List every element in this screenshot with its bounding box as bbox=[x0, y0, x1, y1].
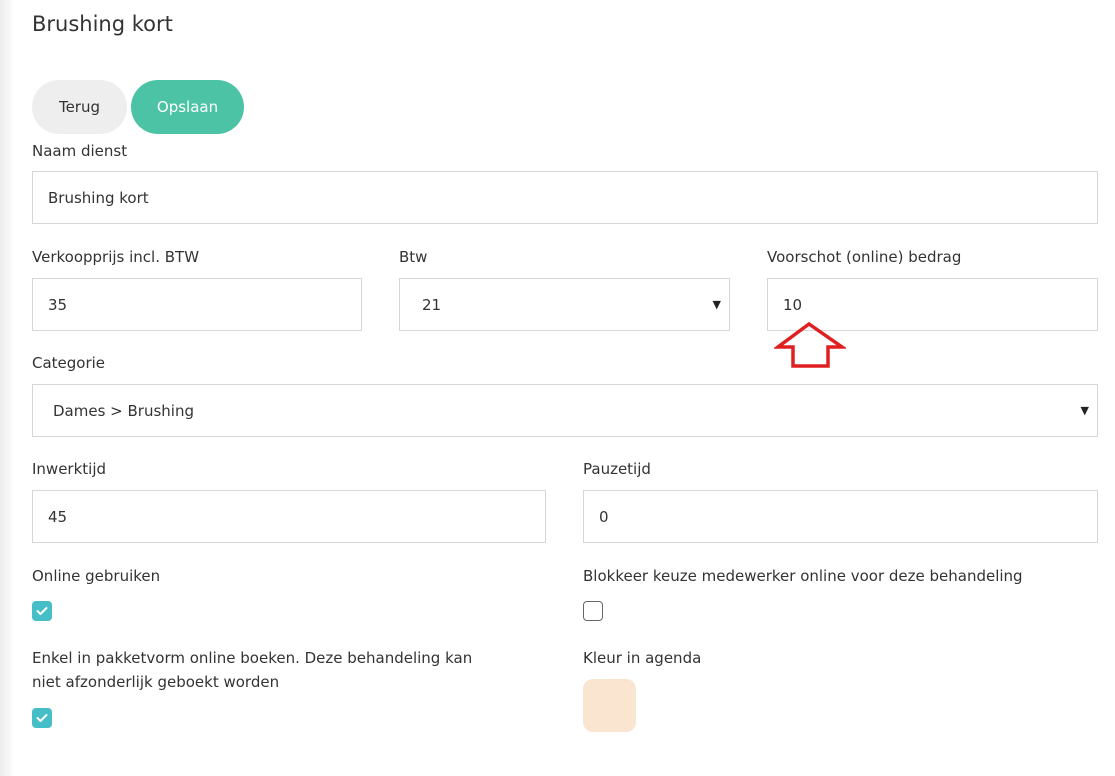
pauzetijd-label: Pauzetijd bbox=[583, 460, 651, 478]
kleur-agenda-label: Kleur in agenda bbox=[583, 649, 702, 667]
agenda-color-swatch[interactable] bbox=[583, 679, 636, 732]
left-edge-shadow bbox=[0, 0, 14, 776]
inwerktijd-input[interactable]: 45 bbox=[32, 490, 546, 543]
naam-dienst-value: Brushing kort bbox=[48, 188, 149, 207]
voorschot-value: 10 bbox=[783, 295, 803, 314]
naam-dienst-input[interactable]: Brushing kort bbox=[32, 171, 1098, 224]
checkmark-icon bbox=[36, 607, 48, 615]
caret-down-icon: ▼ bbox=[712, 298, 721, 311]
page-title: Brushing kort bbox=[32, 12, 173, 36]
categorie-label: Categorie bbox=[32, 354, 106, 372]
checkmark-icon bbox=[36, 714, 48, 722]
pauzetijd-input[interactable]: 0 bbox=[583, 490, 1098, 543]
caret-down-icon: ▼ bbox=[1080, 404, 1089, 417]
btw-value: 21 bbox=[422, 295, 442, 314]
up-arrow-outline-icon bbox=[774, 321, 846, 368]
inwerktijd-value: 45 bbox=[48, 507, 68, 526]
enkel-pakketvorm-checkbox[interactable] bbox=[32, 708, 52, 728]
inwerktijd-label: Inwerktijd bbox=[32, 460, 107, 478]
back-button[interactable]: Terug bbox=[32, 80, 127, 134]
btw-select[interactable]: 21 ▼ bbox=[399, 278, 730, 331]
save-button[interactable]: Opslaan bbox=[131, 80, 244, 134]
voorschot-label: Voorschot (online) bedrag bbox=[767, 248, 962, 266]
online-gebruiken-checkbox[interactable] bbox=[32, 601, 52, 621]
btw-label: Btw bbox=[399, 248, 428, 266]
pauzetijd-value: 0 bbox=[599, 507, 609, 526]
verkoopprijs-value: 35 bbox=[48, 295, 68, 314]
naam-dienst-label: Naam dienst bbox=[32, 142, 128, 160]
categorie-select[interactable]: Dames > Brushing ▼ bbox=[32, 384, 1098, 437]
enkel-pakketvorm-label: Enkel in pakketvorm online boeken. Deze … bbox=[32, 649, 473, 691]
online-gebruiken-label: Online gebruiken bbox=[32, 567, 161, 585]
verkoopprijs-label: Verkoopprijs incl. BTW bbox=[32, 248, 200, 266]
categorie-value: Dames > Brushing bbox=[53, 401, 194, 420]
verkoopprijs-input[interactable]: 35 bbox=[32, 278, 362, 331]
blokkeer-keuze-checkbox[interactable] bbox=[583, 601, 603, 621]
blokkeer-keuze-label: Blokkeer keuze medewerker online voor de… bbox=[583, 567, 1023, 585]
